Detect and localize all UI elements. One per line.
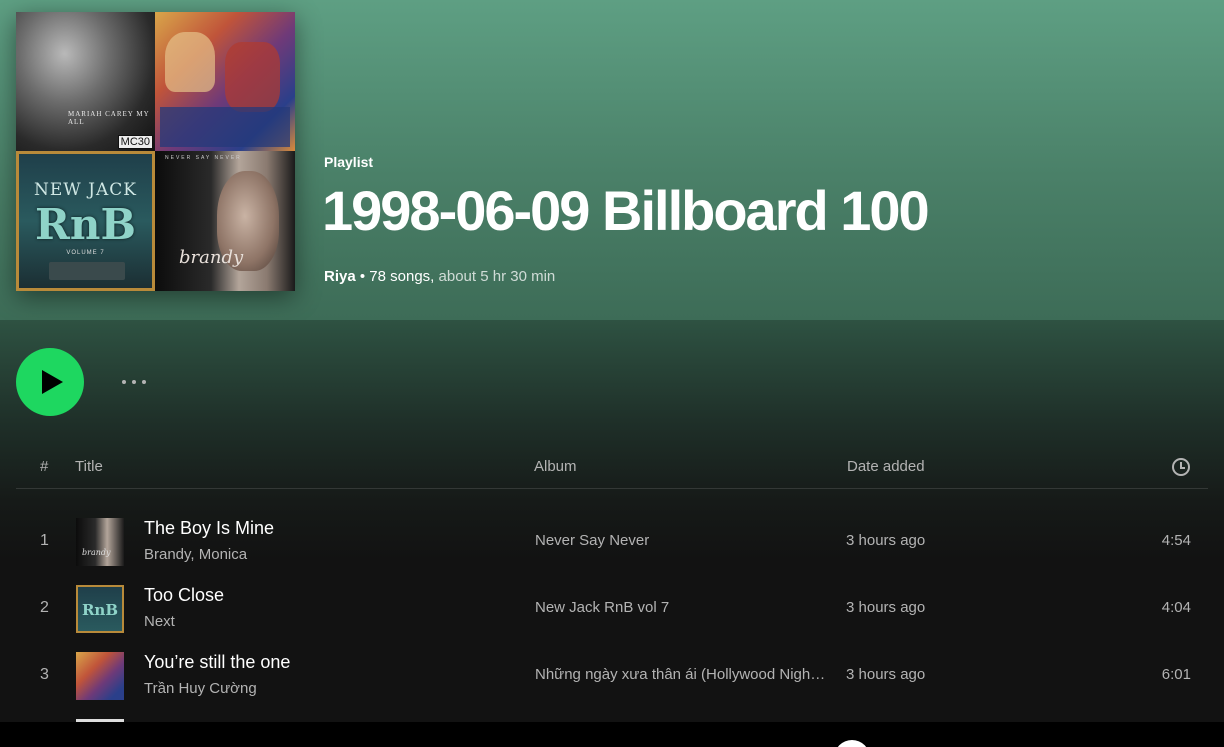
playlist-header: MARIAH CAREY MY ALL MC30 NEW JACK RnB VO… bbox=[0, 0, 1224, 320]
cover-art-hollywood-night bbox=[155, 12, 295, 151]
track-number: 2 bbox=[40, 599, 49, 616]
play-button[interactable] bbox=[16, 348, 84, 416]
thumb-label: RnB bbox=[81, 601, 119, 619]
playlist-cover-mosaic[interactable]: MARIAH CAREY MY ALL MC30 NEW JACK RnB VO… bbox=[16, 12, 295, 291]
cover-text-never-say-never: NEVER SAY NEVER bbox=[165, 155, 242, 161]
track-title[interactable]: You’re still the one bbox=[144, 652, 290, 673]
track-thumbnail: RnB bbox=[76, 585, 124, 633]
cover-text-rnb: RnB bbox=[35, 200, 136, 249]
track-thumbnail: brandy bbox=[76, 518, 124, 566]
owner-link[interactable]: Riya bbox=[324, 268, 356, 285]
track-date-added: 3 hours ago bbox=[846, 532, 926, 549]
page-title[interactable]: 1998-06-09 Billboard 100 bbox=[322, 178, 930, 243]
cover-badge: MC30 bbox=[117, 135, 153, 149]
cover-text-volume: VOLUME 7 bbox=[66, 250, 105, 256]
cover-art-new-jack-rnb: NEW JACK RnB VOLUME 7 bbox=[16, 151, 155, 291]
clock-icon[interactable] bbox=[1172, 458, 1190, 476]
track-title[interactable]: The Boy Is Mine bbox=[144, 518, 274, 539]
track-artist[interactable]: Brandy, Monica bbox=[144, 546, 247, 563]
playlist-meta: Riya • 78 songs, about 5 hr 30 min bbox=[324, 268, 555, 285]
track-duration: 4:54 bbox=[1161, 532, 1191, 549]
meta-separator: • bbox=[359, 268, 366, 285]
track-album[interactable]: Những ngày xưa thân ái (Hollywood Night … bbox=[535, 666, 827, 683]
player-control-button[interactable] bbox=[834, 740, 870, 747]
thumb-label: brandy bbox=[82, 548, 111, 557]
track-artist[interactable]: Trần Huy Cường bbox=[144, 680, 257, 697]
track-album[interactable]: New Jack RnB vol 7 bbox=[535, 599, 669, 616]
column-header-title[interactable]: Title bbox=[75, 458, 103, 475]
track-duration: 6:01 bbox=[1161, 666, 1191, 683]
total-duration: about 5 hr 30 min bbox=[438, 268, 556, 285]
track-duration: 4:04 bbox=[1161, 599, 1191, 616]
cover-text-brandy: brandy bbox=[179, 247, 244, 268]
track-number: 3 bbox=[40, 666, 49, 683]
table-row[interactable]: 2 RnB Too Close Next New Jack RnB vol 7 … bbox=[16, 577, 1208, 641]
track-artist[interactable]: Next bbox=[144, 613, 175, 630]
more-icon bbox=[122, 380, 126, 384]
tracklist-header: # Title Album Date added bbox=[16, 450, 1208, 489]
playlist-type-label: Playlist bbox=[324, 154, 374, 170]
table-row[interactable]: 1 brandy The Boy Is Mine Brandy, Monica … bbox=[16, 510, 1208, 574]
cover-caption: MARIAH CAREY MY ALL bbox=[68, 110, 150, 126]
cover-text-new-jack: NEW JACK bbox=[34, 180, 137, 200]
more-options-button[interactable] bbox=[122, 370, 162, 394]
track-number: 1 bbox=[40, 532, 49, 549]
column-header-date-added[interactable]: Date added bbox=[847, 458, 925, 475]
column-header-album[interactable]: Album bbox=[534, 458, 577, 475]
track-title[interactable]: Too Close bbox=[144, 585, 224, 606]
play-icon bbox=[42, 370, 63, 394]
cover-art-mariah-carey: MARIAH CAREY MY ALL MC30 bbox=[16, 12, 155, 151]
track-date-added: 3 hours ago bbox=[846, 599, 926, 616]
track-album[interactable]: Never Say Never bbox=[535, 532, 649, 549]
cover-art-brandy: NEVER SAY NEVER brandy bbox=[155, 151, 295, 291]
turntable-icon bbox=[49, 262, 125, 280]
song-count: 78 songs, bbox=[369, 268, 435, 285]
table-row[interactable]: 3 You’re still the one Trần Huy Cường Nh… bbox=[16, 644, 1208, 708]
now-playing-bar bbox=[0, 722, 1224, 747]
track-date-added: 3 hours ago bbox=[846, 666, 926, 683]
column-header-number: # bbox=[40, 458, 49, 475]
track-thumbnail bbox=[76, 652, 124, 700]
